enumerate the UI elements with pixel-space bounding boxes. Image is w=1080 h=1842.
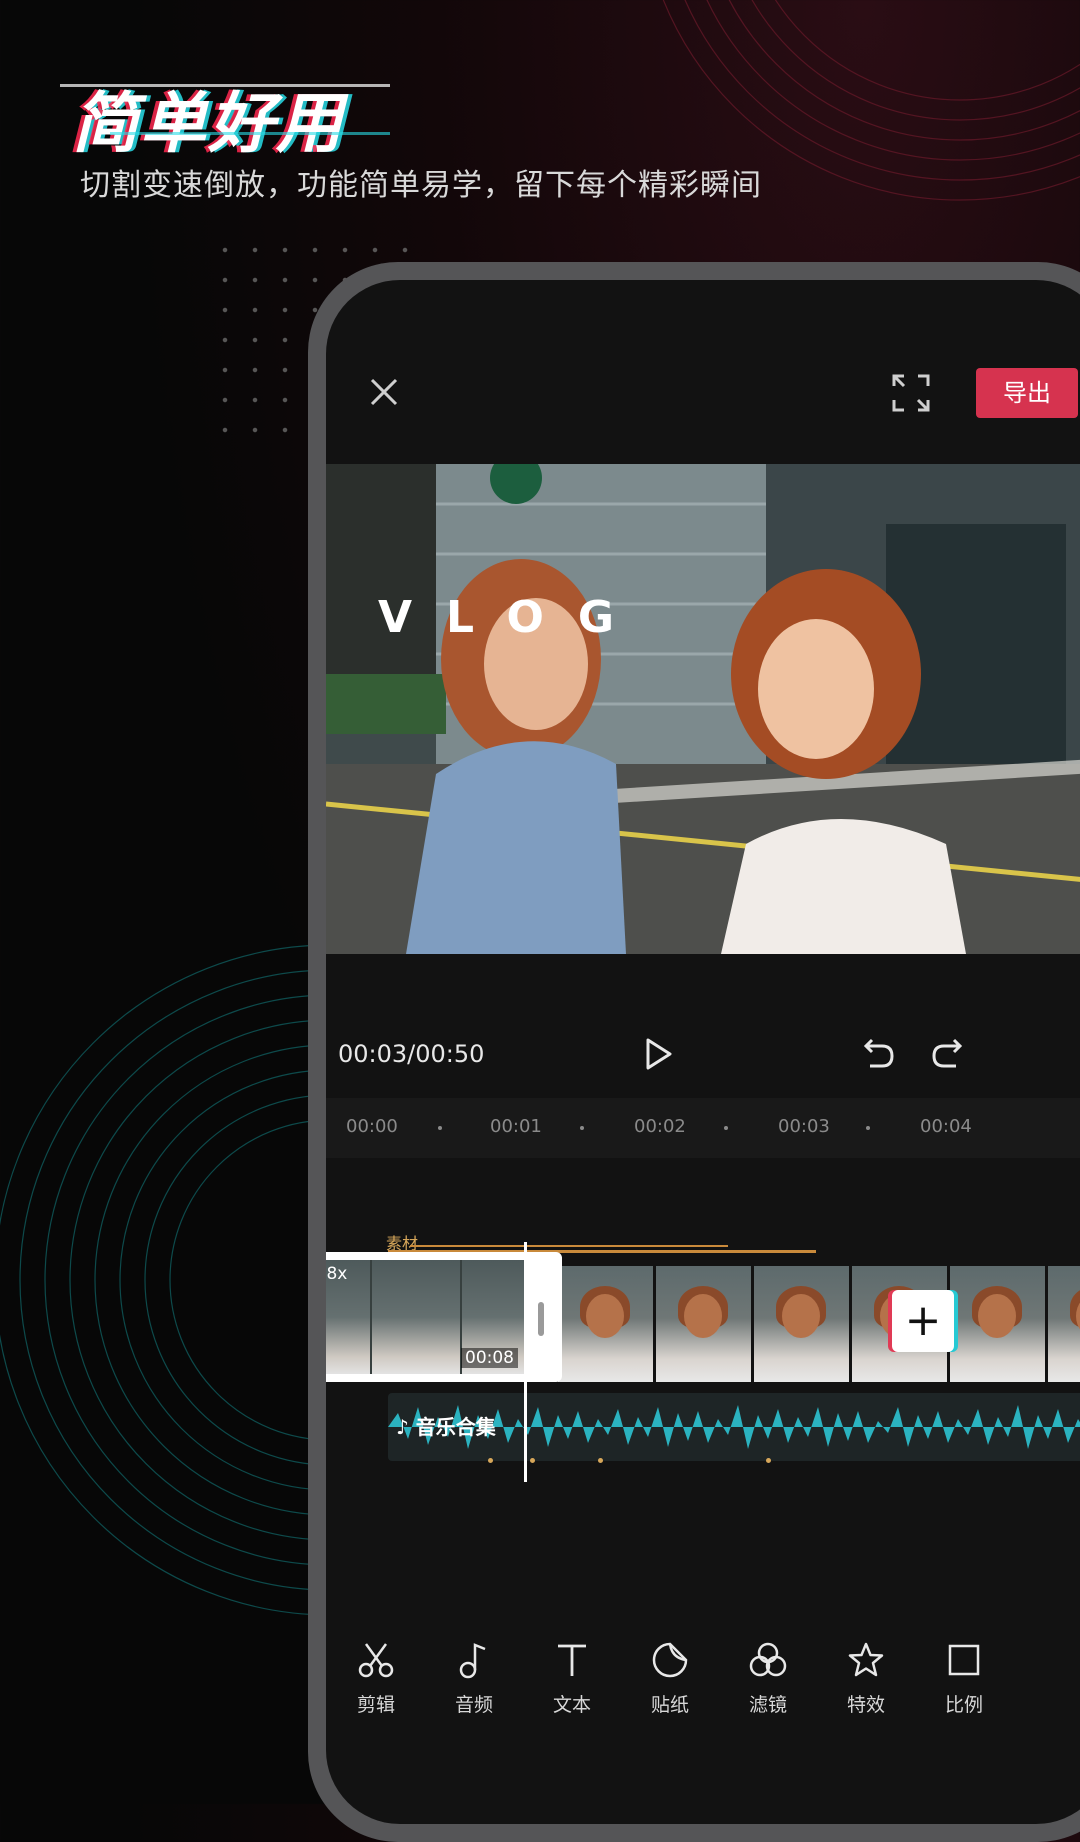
tool-label: 比例 xyxy=(944,1694,983,1716)
clip-thumbnail[interactable] xyxy=(950,1266,1045,1382)
tool-sticker[interactable]: 贴纸 xyxy=(630,1640,710,1717)
music-note-icon xyxy=(459,1643,486,1679)
speed-badge: ◷ 1.8x xyxy=(326,1264,348,1284)
clip-duration: 00:08 xyxy=(461,1348,518,1368)
tool-ratio[interactable]: 比例 xyxy=(924,1640,1004,1717)
playback-controls: 00:03/00:50 xyxy=(326,1020,1080,1100)
bottom-toolbar: 剪辑 音频 文本 贴纸 滤镜 特效 比例 xyxy=(326,1640,1080,1760)
ruler-dot xyxy=(438,1126,442,1130)
editor-topbar: 导出 xyxy=(326,280,1080,460)
text-icon xyxy=(558,1644,586,1676)
glitch-bar-decor xyxy=(60,84,390,87)
clip-thumbnail[interactable] xyxy=(656,1266,751,1382)
close-icon[interactable] xyxy=(364,372,404,412)
trim-handle-right[interactable] xyxy=(538,1302,544,1336)
scissors-icon xyxy=(358,1643,394,1678)
timeline-ruler[interactable]: 00:00 00:01 00:02 00:03 00:04 xyxy=(326,1098,1080,1158)
ruler-dot xyxy=(580,1126,584,1130)
beat-marker xyxy=(598,1458,603,1463)
tool-audio[interactable]: 音频 xyxy=(434,1640,514,1717)
ruler-dot xyxy=(866,1126,870,1130)
ruler-tick: 00:02 xyxy=(634,1116,686,1137)
ruler-dot xyxy=(724,1126,728,1130)
video-title-overlay: VLOG xyxy=(378,592,649,643)
redo-icon[interactable] xyxy=(930,1036,966,1072)
video-preview[interactable]: VLOG xyxy=(326,464,1080,954)
undo-icon[interactable] xyxy=(860,1036,896,1072)
tool-label: 特效 xyxy=(846,1694,885,1716)
tool-label: 滤镜 xyxy=(748,1694,787,1716)
clip-thumbnail[interactable] xyxy=(1048,1266,1080,1382)
sticker-icon xyxy=(652,1642,688,1678)
video-clip-strip[interactable] xyxy=(558,1266,1080,1382)
editor-screen: 导出 VLOG 00:03/00:50 00:00 00:01 00:02 00… xyxy=(326,280,1080,1824)
tool-label: 贴纸 xyxy=(650,1694,689,1716)
tool-label: 剪辑 xyxy=(356,1694,395,1716)
tool-effects[interactable]: 特效 xyxy=(826,1640,906,1717)
glitch-bar-decor xyxy=(110,132,390,135)
audio-track[interactable]: ♪ 音乐合集 xyxy=(388,1393,1080,1461)
ruler-tick: 00:01 xyxy=(490,1116,542,1137)
playhead[interactable] xyxy=(524,1242,527,1482)
music-note-icon: ♪ xyxy=(396,1415,416,1439)
tool-filter[interactable]: 滤镜 xyxy=(728,1640,808,1717)
ruler-tick: 00:00 xyxy=(346,1116,398,1137)
subtitle: 切割变速倒放，功能简单易学，留下每个精彩瞬间 xyxy=(80,168,762,203)
phone-frame: 导出 VLOG 00:03/00:50 00:00 00:01 00:02 00… xyxy=(308,262,1080,1842)
ruler-tick: 00:04 xyxy=(920,1116,972,1137)
clip-thumbnail xyxy=(372,1260,460,1374)
fullscreen-icon[interactable] xyxy=(890,372,932,414)
tool-text[interactable]: 文本 xyxy=(532,1640,612,1717)
clip-thumbnail[interactable] xyxy=(558,1266,653,1382)
audio-track-label: ♪ 音乐合集 xyxy=(396,1415,496,1439)
track-indicator-line xyxy=(410,1245,728,1247)
video-frame-illustration xyxy=(326,464,1080,954)
tool-label: 音频 xyxy=(454,1694,493,1716)
export-button[interactable]: 导出 xyxy=(976,368,1078,418)
timecode: 00:03/00:50 xyxy=(338,1040,485,1068)
play-icon[interactable] xyxy=(638,1034,678,1074)
ruler-tick: 00:03 xyxy=(778,1116,830,1137)
add-clip-button[interactable]: + xyxy=(892,1290,954,1352)
clip-thumbnail[interactable] xyxy=(754,1266,849,1382)
filter-icon xyxy=(749,1642,787,1677)
beat-marker xyxy=(766,1458,771,1463)
aspect-ratio-icon xyxy=(948,1644,980,1676)
beat-marker xyxy=(488,1458,493,1463)
tool-label: 文本 xyxy=(552,1694,591,1716)
effects-star-icon xyxy=(848,1642,884,1677)
tool-edit[interactable]: 剪辑 xyxy=(336,1640,416,1717)
beat-marker xyxy=(530,1458,535,1463)
